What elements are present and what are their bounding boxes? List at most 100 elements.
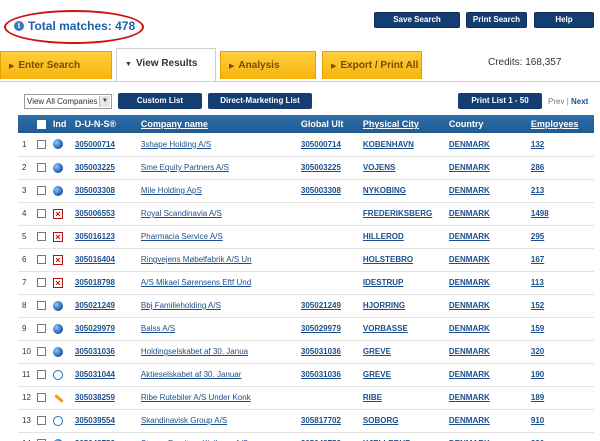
employees-link[interactable]: 1498 <box>531 209 549 218</box>
country-link[interactable]: DENMARK <box>449 140 490 149</box>
globe-icon[interactable] <box>52 139 63 150</box>
employees-link[interactable]: 910 <box>531 416 544 425</box>
save-search-button[interactable]: Save Search <box>374 12 460 28</box>
select-all-checkbox[interactable] <box>36 120 46 130</box>
global-ult-link[interactable]: 305031036 <box>301 347 341 356</box>
company-link[interactable]: Sme Equity Partners A/S <box>141 163 229 172</box>
company-link[interactable]: Aktieselskabet af 30. Januar <box>141 370 242 379</box>
col-duns[interactable]: D-U-N-S® <box>71 115 138 133</box>
circle-icon[interactable] <box>52 369 63 380</box>
country-link[interactable]: DENMARK <box>449 209 490 218</box>
employees-link[interactable]: 320 <box>531 347 544 356</box>
row-checkbox[interactable] <box>36 393 46 403</box>
city-link[interactable]: SOBORG <box>363 416 399 425</box>
row-checkbox[interactable] <box>36 278 46 288</box>
prev-link[interactable]: Prev <box>548 97 564 106</box>
globe-icon[interactable] <box>52 185 63 196</box>
city-link[interactable]: GREVE <box>363 347 391 356</box>
employees-link[interactable]: 113 <box>531 278 544 287</box>
city-link[interactable]: IDESTRUP <box>363 278 403 287</box>
company-link[interactable]: Skandinavisk Group A/S <box>141 416 227 425</box>
country-link[interactable]: DENMARK <box>449 416 490 425</box>
company-link[interactable]: Holdingselskabet af 30. Janua <box>141 347 248 356</box>
info-icon[interactable]: i <box>14 21 24 31</box>
city-link[interactable]: KOBENHAVN <box>363 140 414 149</box>
tab-enter-search[interactable]: ▶ Enter Search <box>0 51 112 79</box>
duns-link[interactable]: 305003225 <box>75 163 115 172</box>
globe-icon[interactable] <box>52 323 63 334</box>
country-link[interactable]: DENMARK <box>449 393 490 402</box>
pencil-icon[interactable] <box>53 393 63 403</box>
row-checkbox[interactable] <box>36 416 46 426</box>
employees-link[interactable]: 167 <box>531 255 544 264</box>
row-checkbox[interactable] <box>36 301 46 311</box>
col-company-name[interactable]: Company name <box>137 115 298 133</box>
duns-link[interactable]: 305039554 <box>75 416 115 425</box>
company-link[interactable]: A/S Mikael Sørensens Eftf Und <box>141 278 251 287</box>
global-ult-link[interactable]: 305000714 <box>301 140 341 149</box>
company-link[interactable]: Mile Holding ApS <box>141 186 202 195</box>
x-icon[interactable]: × <box>52 277 63 288</box>
row-checkbox[interactable] <box>36 255 46 265</box>
x-icon[interactable]: × <box>52 254 63 265</box>
tab-view-results[interactable]: ▼ View Results <box>116 48 216 82</box>
row-checkbox[interactable] <box>36 139 46 149</box>
col-employees[interactable]: Employees <box>527 115 594 133</box>
employees-link[interactable]: 213 <box>531 186 544 195</box>
x-icon[interactable]: × <box>52 208 63 219</box>
city-link[interactable]: VORBASSE <box>363 324 408 333</box>
employees-link[interactable]: 159 <box>531 324 544 333</box>
row-checkbox[interactable] <box>36 163 46 173</box>
company-link[interactable]: Pharmacia Service A/S <box>141 232 223 241</box>
city-link[interactable]: RIBE <box>363 393 382 402</box>
city-link[interactable]: HILLEROD <box>363 232 404 241</box>
global-ult-link[interactable]: 305817702 <box>301 416 341 425</box>
city-link[interactable]: HOLSTEBRO <box>363 255 413 264</box>
view-companies-select[interactable]: View All Companies ▼ <box>24 94 112 109</box>
country-link[interactable]: DENMARK <box>449 186 490 195</box>
country-link[interactable]: DENMARK <box>449 163 490 172</box>
employees-link[interactable]: 132 <box>531 140 544 149</box>
global-ult-link[interactable]: 305003225 <box>301 163 341 172</box>
duns-link[interactable]: 305031036 <box>75 347 115 356</box>
help-button[interactable]: Help <box>534 12 594 28</box>
duns-link[interactable]: 305029979 <box>75 324 115 333</box>
company-link[interactable]: Ribe Rutebiler A/S Under Konk <box>141 393 251 402</box>
duns-link[interactable]: 305038259 <box>75 393 115 402</box>
global-ult-link[interactable]: 305021249 <box>301 301 341 310</box>
employees-link[interactable]: 190 <box>531 370 544 379</box>
col-global-ult[interactable]: Global Ult <box>297 115 360 133</box>
global-ult-link[interactable]: 305003308 <box>301 186 341 195</box>
globe-icon[interactable] <box>52 346 63 357</box>
employees-link[interactable]: 152 <box>531 301 544 310</box>
employees-link[interactable]: 286 <box>531 163 544 172</box>
city-link[interactable]: FREDERIKSBERG <box>363 209 432 218</box>
company-link[interactable]: Royal Scandinavia A/S <box>141 209 222 218</box>
city-link[interactable]: HJORRING <box>363 301 405 310</box>
duns-link[interactable]: 305016404 <box>75 255 115 264</box>
row-checkbox[interactable] <box>36 370 46 380</box>
custom-list-button[interactable]: Custom List <box>118 93 202 109</box>
global-ult-link[interactable]: 305029979 <box>301 324 341 333</box>
company-link[interactable]: Balss A/S <box>141 324 175 333</box>
row-checkbox[interactable] <box>36 347 46 357</box>
global-ult-link[interactable]: 305031036 <box>301 370 341 379</box>
employees-link[interactable]: 295 <box>531 232 544 241</box>
col-physical-city[interactable]: Physical City <box>359 115 446 133</box>
circle-icon[interactable] <box>52 415 63 426</box>
row-checkbox[interactable] <box>36 186 46 196</box>
col-country[interactable]: Country <box>445 115 528 133</box>
duns-link[interactable]: 305016123 <box>75 232 115 241</box>
row-checkbox[interactable] <box>36 209 46 219</box>
row-checkbox[interactable] <box>36 232 46 242</box>
x-icon[interactable]: × <box>52 231 63 242</box>
tab-analysis[interactable]: ▶ Analysis <box>220 51 316 79</box>
duns-link[interactable]: 305031044 <box>75 370 115 379</box>
country-link[interactable]: DENMARK <box>449 370 490 379</box>
country-link[interactable]: DENMARK <box>449 301 490 310</box>
city-link[interactable]: GREVE <box>363 370 391 379</box>
dropdown-arrow-icon[interactable]: ▼ <box>99 96 110 107</box>
globe-icon[interactable] <box>52 300 63 311</box>
country-link[interactable]: DENMARK <box>449 255 490 264</box>
duns-link[interactable]: 305000714 <box>75 140 115 149</box>
